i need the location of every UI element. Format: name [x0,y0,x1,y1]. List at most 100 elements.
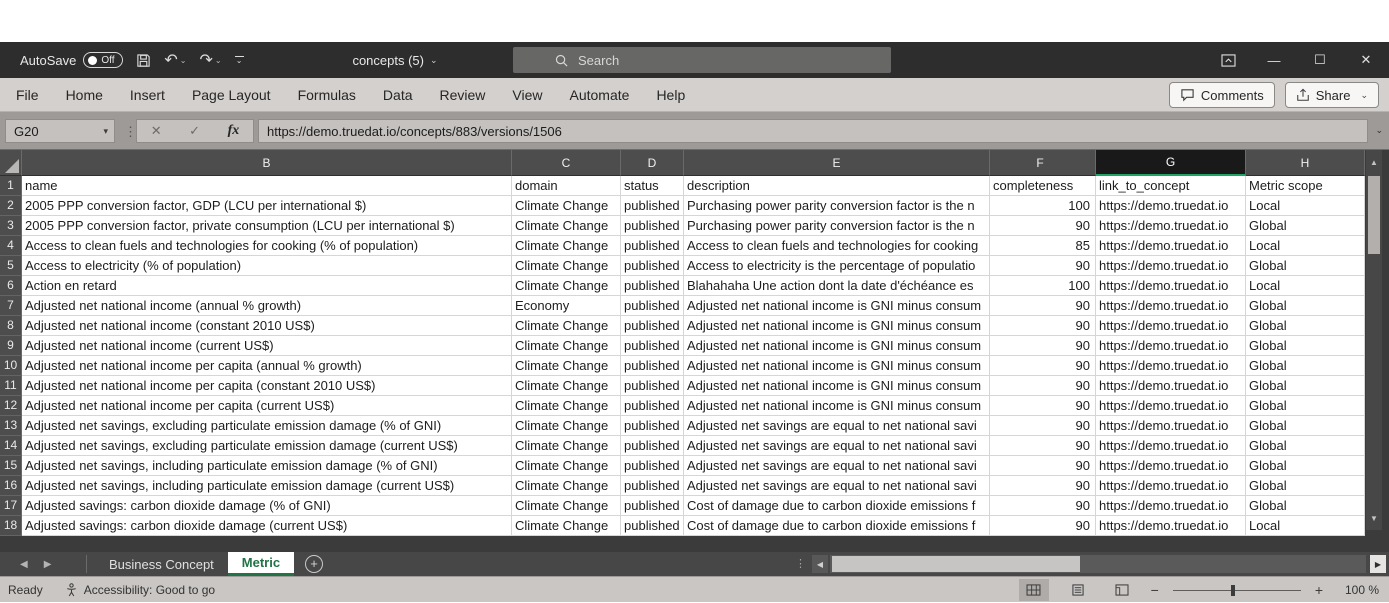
cell-domain[interactable]: Climate Change [512,476,621,496]
accessibility-status[interactable]: Accessibility: Good to go [65,583,215,597]
cell-domain[interactable]: Climate Change [512,336,621,356]
cell-completeness[interactable]: 90 [990,516,1096,536]
cell-link[interactable]: https://demo.truedat.io [1096,436,1246,456]
cell-name[interactable]: Adjusted net national income per capita … [22,396,512,416]
cell-status[interactable]: published [621,356,684,376]
redo-button[interactable]: ↷ ⌄ [199,50,221,70]
cell-completeness[interactable]: 90 [990,256,1096,276]
save-button[interactable] [136,53,151,68]
cell-name[interactable]: Adjusted net national income (current US… [22,336,512,356]
cell-completeness[interactable]: 90 [990,416,1096,436]
cell-status[interactable]: published [621,256,684,276]
ribbon-tab[interactable]: Help [656,87,685,103]
cell-name[interactable]: name [22,176,512,196]
hscroll-left-icon[interactable]: ◀ [812,555,828,573]
row-number[interactable]: 5 [0,256,22,276]
cell-scope[interactable]: Global [1246,316,1365,336]
cell-status[interactable]: published [621,516,684,536]
cell-name[interactable]: Adjusted net savings, including particul… [22,456,512,476]
row-number[interactable]: 9 [0,336,22,356]
cell-status[interactable]: published [621,236,684,256]
next-sheet-icon[interactable]: ▶ [44,559,52,570]
cell-link[interactable]: https://demo.truedat.io [1096,476,1246,496]
cell-link[interactable]: https://demo.truedat.io [1096,396,1246,416]
cell-name[interactable]: Adjusted net savings, excluding particul… [22,436,512,456]
cell-scope[interactable]: Global [1246,256,1365,276]
cell-domain[interactable]: Climate Change [512,496,621,516]
customize-qat-button[interactable]: ⌄ [234,56,244,65]
cell-scope[interactable]: Global [1246,476,1365,496]
column-header-f[interactable]: F [990,150,1096,176]
cell-domain[interactable]: Climate Change [512,456,621,476]
column-header-h[interactable]: H [1246,150,1365,176]
add-sheet-button[interactable]: + [305,555,323,573]
cell-completeness[interactable]: 90 [990,336,1096,356]
formula-bar-expand-icon[interactable]: ⌄ [1375,125,1383,136]
cell-description[interactable]: Cost of damage due to carbon dioxide emi… [684,516,990,536]
cell-scope[interactable]: Global [1246,496,1365,516]
share-button[interactable]: Share ⌄ [1284,82,1379,108]
autosave-pill[interactable]: Off [83,52,124,68]
formula-input[interactable]: https://demo.truedat.io/concepts/883/ver… [258,119,1368,143]
cell-completeness[interactable]: 90 [990,376,1096,396]
ribbon-tab[interactable]: Page Layout [192,87,271,103]
cell-name[interactable]: Access to clean fuels and technologies f… [22,236,512,256]
cell-name[interactable]: Adjusted net national income per capita … [22,376,512,396]
cell-link[interactable]: https://demo.truedat.io [1096,256,1246,276]
cell-scope[interactable]: Metric scope [1246,176,1365,196]
cell-domain[interactable]: Climate Change [512,356,621,376]
insert-function-button[interactable]: fx [228,123,240,139]
row-number[interactable]: 3 [0,216,22,236]
cell-scope[interactable]: Local [1246,236,1365,256]
normal-view-button[interactable] [1018,579,1049,601]
cell-domain[interactable]: Economy [512,296,621,316]
zoom-slider[interactable] [1172,583,1301,597]
cell-name[interactable]: Adjusted savings: carbon dioxide damage … [22,496,512,516]
row-number[interactable]: 7 [0,296,22,316]
column-header-e[interactable]: E [684,150,990,176]
sheet-tab-metric[interactable]: Metric [227,552,295,576]
cell-description[interactable]: description [684,176,990,196]
cell-status[interactable]: published [621,376,684,396]
cell-link[interactable]: https://demo.truedat.io [1096,236,1246,256]
cell-link[interactable]: https://demo.truedat.io [1096,376,1246,396]
horizontal-scrollbar[interactable] [830,555,1366,573]
cell-name[interactable]: Action en retard [22,276,512,296]
cell-scope[interactable]: Global [1246,456,1365,476]
cell-link[interactable]: https://demo.truedat.io [1096,216,1246,236]
cell-link[interactable]: https://demo.truedat.io [1096,496,1246,516]
cell-completeness[interactable]: 100 [990,276,1096,296]
cell-domain[interactable]: Climate Change [512,396,621,416]
cell-completeness[interactable]: 90 [990,356,1096,376]
comments-button[interactable]: Comments [1168,82,1275,108]
cell-link[interactable]: https://demo.truedat.io [1096,296,1246,316]
cell-scope[interactable]: Global [1246,376,1365,396]
cell-name[interactable]: 2005 PPP conversion factor, GDP (LCU per… [22,196,512,216]
cell-completeness[interactable]: 85 [990,236,1096,256]
cell-status[interactable]: published [621,476,684,496]
row-number[interactable]: 13 [0,416,22,436]
ribbon-tab[interactable]: Insert [130,87,165,103]
cell-scope[interactable]: Local [1246,196,1365,216]
cell-description[interactable]: Blahahaha Une action dont la date d'éché… [684,276,990,296]
cell-status[interactable]: published [621,276,684,296]
cell-domain[interactable]: domain [512,176,621,196]
minimize-button[interactable]: — [1251,42,1297,78]
cell-name[interactable]: 2005 PPP conversion factor, private cons… [22,216,512,236]
cell-domain[interactable]: Climate Change [512,236,621,256]
cell-status[interactable]: published [621,416,684,436]
cell-description[interactable]: Adjusted net national income is GNI minu… [684,376,990,396]
cell-description[interactable]: Adjusted net savings are equal to net na… [684,436,990,456]
row-number[interactable]: 8 [0,316,22,336]
cell-name[interactable]: Adjusted net national income (annual % g… [22,296,512,316]
cell-completeness[interactable]: 90 [990,456,1096,476]
cell-domain[interactable]: Climate Change [512,436,621,456]
cell-scope[interactable]: Global [1246,336,1365,356]
cell-description[interactable]: Cost of damage due to carbon dioxide emi… [684,496,990,516]
share-chevron-icon[interactable]: ⌄ [1360,90,1368,101]
ribbon-display-options-button[interactable] [1205,42,1251,78]
cell-link[interactable]: https://demo.truedat.io [1096,456,1246,476]
cell-name[interactable]: Access to electricity (% of population) [22,256,512,276]
cell-status[interactable]: published [621,196,684,216]
cell-link[interactable]: https://demo.truedat.io [1096,276,1246,296]
